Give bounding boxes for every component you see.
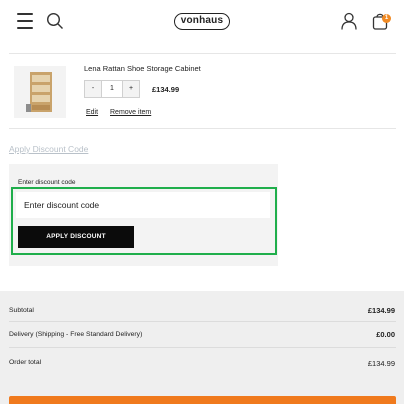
user-icon[interactable] — [341, 12, 357, 30]
vonhaus-logo[interactable]: vonhaus — [174, 13, 230, 30]
order-summary: Subtotal £134.99 Delivery (Shipping - Fr… — [0, 291, 404, 404]
delivery-value: £0.00 — [376, 330, 395, 339]
divider — [9, 128, 396, 129]
product-image[interactable] — [14, 66, 66, 118]
remove-item-link[interactable]: Remove item — [110, 109, 151, 116]
search-icon[interactable] — [46, 12, 64, 30]
quantity-stepper: - 1 + — [84, 80, 140, 98]
item-price: £134.99 — [152, 85, 180, 94]
discount-field-label: Enter discount code — [18, 179, 76, 186]
divider — [9, 53, 396, 54]
delivery-label: Delivery (Shipping - Free Standard Deliv… — [9, 331, 143, 338]
order-total-value: £134.99 — [367, 359, 395, 368]
order-total-label: Order total — [9, 359, 42, 366]
subtotal-value: £134.99 — [367, 306, 395, 315]
quantity-value[interactable]: 1 — [102, 80, 122, 98]
apply-discount-button[interactable]: APPLY DISCOUNT — [18, 226, 134, 248]
discount-code-input[interactable] — [16, 192, 270, 218]
divider — [9, 347, 396, 348]
quantity-decrease-button[interactable]: - — [84, 80, 102, 98]
subtotal-label: Subtotal — [9, 307, 34, 314]
checkout-button[interactable] — [9, 396, 396, 404]
cart-count-badge: 1 — [382, 14, 391, 23]
hamburger-menu-icon[interactable] — [17, 13, 33, 29]
edit-item-link[interactable]: Edit — [86, 109, 98, 116]
site-header: vonhaus 1 — [0, 0, 404, 44]
quantity-increase-button[interactable]: + — [122, 80, 140, 98]
apply-discount-toggle[interactable]: Apply Discount Code — [9, 144, 88, 154]
divider — [9, 321, 396, 322]
product-name[interactable]: Lena Rattan Shoe Storage Cabinet — [84, 64, 201, 73]
